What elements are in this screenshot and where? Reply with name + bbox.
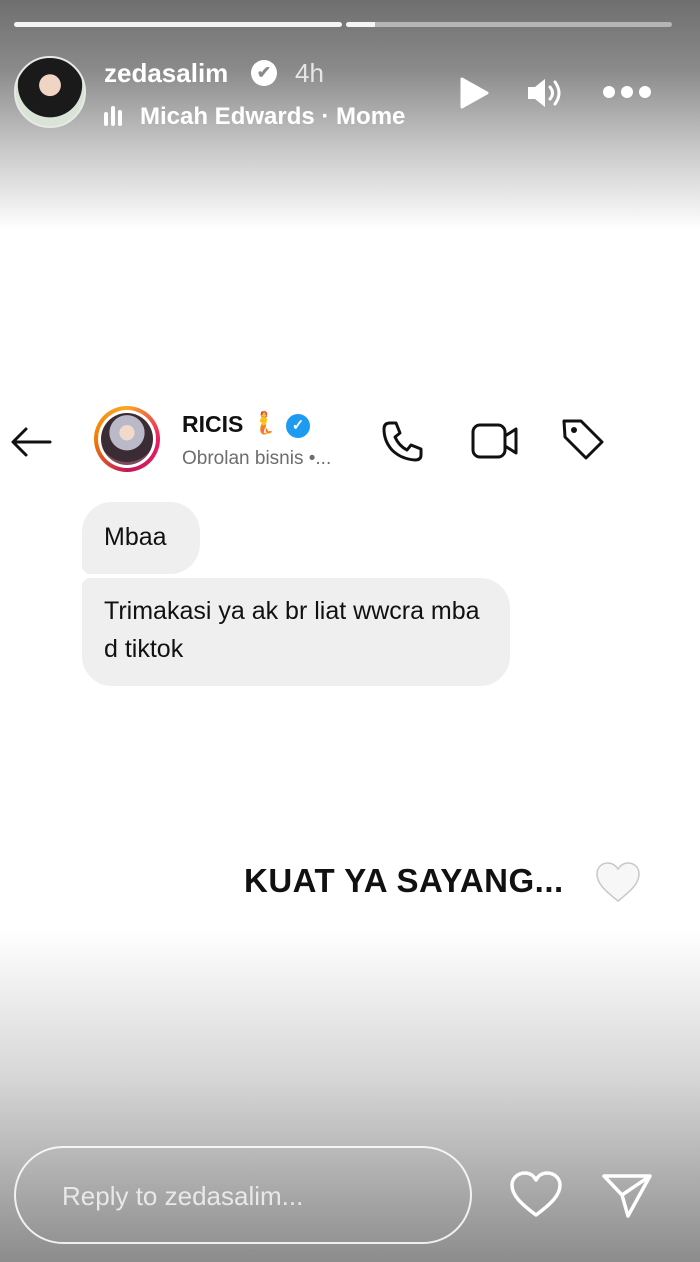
story-progress-bar-2	[346, 22, 672, 27]
tag-icon[interactable]	[560, 416, 606, 462]
play-icon[interactable]	[458, 76, 490, 110]
mermaid-emoji: 🧜	[250, 410, 278, 435]
story-time: 4h	[295, 58, 324, 88]
more-icon[interactable]	[602, 84, 652, 100]
contact-name[interactable]: RICIS	[182, 411, 243, 438]
story-music-label[interactable]: Micah Edwards · Mome	[140, 103, 418, 131]
story-avatar[interactable]	[14, 56, 86, 128]
reply-input[interactable]: Reply to zedasalim...	[14, 1146, 472, 1244]
volume-icon[interactable]	[526, 76, 564, 110]
music-bars-icon	[104, 106, 128, 126]
reply-placeholder: Reply to zedasalim...	[62, 1181, 304, 1211]
story-progress-bar-1	[14, 22, 342, 27]
heart-icon[interactable]	[508, 1170, 564, 1220]
send-icon[interactable]	[600, 1170, 654, 1220]
story-caption: KUAT YA SAYANG...	[244, 862, 564, 899]
white-heart-icon	[596, 862, 640, 902]
phone-icon[interactable]	[380, 418, 426, 464]
story-username[interactable]: zedasalim	[104, 58, 228, 89]
contact-avatar[interactable]	[94, 406, 160, 472]
video-camera-icon[interactable]	[470, 420, 520, 462]
message-bubble: Trimakasi ya ak br liat wwcra mba d tikt…	[82, 578, 510, 686]
back-arrow-icon[interactable]	[8, 424, 54, 460]
message-bubble: Mbaa	[82, 502, 200, 574]
verified-badge-icon: ✓	[286, 414, 310, 438]
check-badge-icon: ✔	[251, 60, 277, 86]
contact-subtitle: Obrolan bisnis •...	[182, 448, 332, 469]
